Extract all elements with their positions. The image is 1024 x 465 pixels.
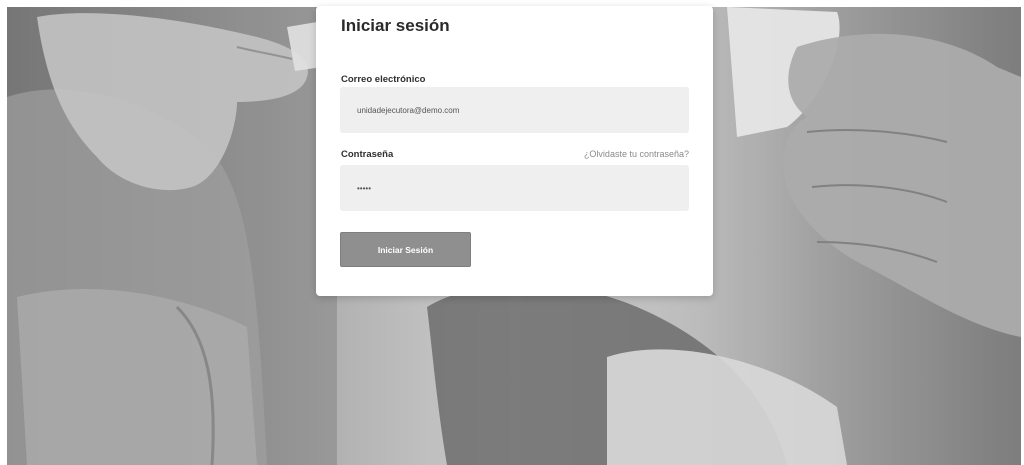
login-title: Iniciar sesión [341,16,450,35]
submit-button-label: Iniciar Sesión [377,244,434,255]
password-value: ••••• [357,183,372,193]
email-label: Correo electrónico [341,74,426,85]
login-card: Iniciar sesión Correo electrónico unidad… [316,6,713,296]
email-field[interactable]: unidadejecutora@demo.com [340,87,689,133]
password-label: Contraseña [341,149,394,160]
password-field[interactable]: ••••• [340,165,689,211]
email-value: unidadejecutora@demo.com [357,105,460,115]
forgot-password-link[interactable]: ¿Olvidaste tu contraseña? [584,149,689,159]
login-submit-button[interactable]: Iniciar Sesión [340,232,471,267]
